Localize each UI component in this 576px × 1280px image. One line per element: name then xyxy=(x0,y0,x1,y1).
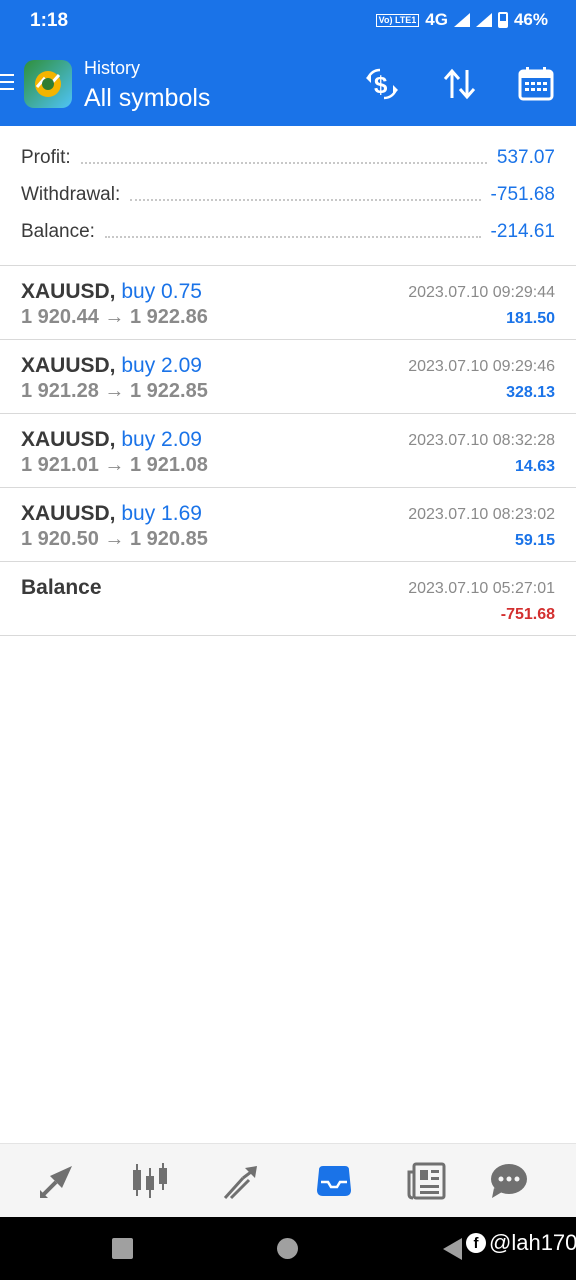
dotted-leader xyxy=(130,199,481,201)
page-title[interactable]: All symbols xyxy=(84,84,210,113)
calendar-icon[interactable] xyxy=(516,64,556,104)
messages-icon[interactable] xyxy=(488,1160,530,1202)
profit-label: Profit: xyxy=(21,147,71,168)
bottom-navigation xyxy=(0,1143,576,1217)
deal-row[interactable]: XAUUSD, buy 0.75 1 920.44 → 1 922.86 202… xyxy=(0,266,576,340)
history-icon[interactable] xyxy=(313,1160,355,1202)
deal-profit: 59.15 xyxy=(514,532,555,549)
battery-level: 46% xyxy=(513,10,548,29)
svg-text:$: $ xyxy=(374,72,388,99)
chart-icon[interactable] xyxy=(129,1160,171,1202)
deal-prices: 1 920.50 → 1 920.85 xyxy=(21,528,208,550)
balance-value: -214.61 xyxy=(490,221,555,242)
balance-row: Balance: -214.61 xyxy=(21,217,555,247)
back-button[interactable] xyxy=(443,1238,462,1260)
deal-prices: 1 921.28 → 1 922.85 xyxy=(21,380,208,402)
app-logo xyxy=(24,60,72,108)
volte-indicator: Vo) LTE1 xyxy=(375,13,420,27)
deal-title: XAUUSD, buy 2.09 xyxy=(21,354,202,378)
metatrader-logo-icon xyxy=(35,71,61,97)
deal-time: 2023.07.10 09:29:44 xyxy=(408,284,555,301)
deal-symbol: XAUUSD, xyxy=(21,280,116,303)
deal-title: XAUUSD, buy 1.69 xyxy=(21,502,202,526)
deal-direction: buy 2.09 xyxy=(121,428,202,451)
balance-label: Balance: xyxy=(21,221,95,242)
deal-direction: buy 2.09 xyxy=(121,354,202,377)
deal-profit: 328.13 xyxy=(506,384,555,401)
deal-profit: 14.63 xyxy=(514,458,555,475)
deal-title: XAUUSD, buy 0.75 xyxy=(21,280,202,304)
deal-row[interactable]: XAUUSD, buy 2.09 1 921.28 → 1 922.85 202… xyxy=(0,340,576,414)
network-type: 4G xyxy=(425,10,448,29)
deal-symbol: XAUUSD, xyxy=(21,502,116,525)
balance-entry-label: Balance xyxy=(21,576,102,599)
profit-row: Profit: 537.07 xyxy=(21,143,555,173)
balance-entry-time: 2023.07.10 05:27:01 xyxy=(408,580,555,597)
news-icon[interactable] xyxy=(406,1160,448,1202)
quotes-icon[interactable] xyxy=(36,1160,78,1202)
signal-icon xyxy=(453,13,470,27)
deal-row[interactable]: XAUUSD, buy 2.09 1 921.01 → 1 921.08 202… xyxy=(0,414,576,488)
withdrawal-value: -751.68 xyxy=(490,184,555,205)
withdrawal-label: Withdrawal: xyxy=(21,184,121,205)
status-bar: 1:18 Vo) LTE1 4G 46% xyxy=(0,0,576,42)
dotted-leader xyxy=(104,236,481,238)
deal-symbol: XAUUSD, xyxy=(21,428,116,451)
deal-prices: 1 920.44 → 1 922.86 xyxy=(21,306,208,328)
trade-icon[interactable] xyxy=(221,1160,263,1202)
home-button[interactable] xyxy=(277,1238,298,1259)
menu-icon[interactable] xyxy=(0,74,14,92)
deal-time: 2023.07.10 08:32:28 xyxy=(408,432,555,449)
profit-value: 537.07 xyxy=(496,147,555,168)
sort-icon[interactable] xyxy=(440,64,480,104)
balance-entry-amount: -751.68 xyxy=(500,606,555,623)
facebook-icon: f xyxy=(466,1233,486,1253)
system-navigation-bar: f @lah170 xyxy=(0,1217,576,1280)
deal-time: 2023.07.10 09:29:46 xyxy=(408,358,555,375)
status-indicators: Vo) LTE1 4G 46% xyxy=(375,10,548,30)
battery-icon xyxy=(497,12,508,28)
deal-time: 2023.07.10 08:23:02 xyxy=(408,506,555,523)
recents-button[interactable] xyxy=(112,1238,133,1259)
deal-row[interactable]: XAUUSD, buy 1.69 1 920.50 → 1 920.85 202… xyxy=(0,488,576,562)
deal-title: XAUUSD, buy 2.09 xyxy=(21,428,202,452)
watermark-text: @lah170 xyxy=(489,1230,576,1255)
deal-profit: 181.50 xyxy=(506,310,555,327)
status-time: 1:18 xyxy=(30,10,69,31)
watermark: f @lah170 xyxy=(466,1230,576,1256)
header-subtitle: History xyxy=(84,58,141,78)
app-bar: History All symbols $ xyxy=(0,42,576,126)
history-summary: Profit: 537.07 Withdrawal: -751.68 Balan… xyxy=(0,126,576,266)
deal-direction: buy 1.69 xyxy=(121,502,202,525)
signal-icon-2 xyxy=(475,13,492,27)
deal-prices: 1 921.01 → 1 921.08 xyxy=(21,454,208,476)
deal-direction: buy 0.75 xyxy=(121,280,202,303)
dotted-leader xyxy=(80,162,487,164)
balance-entry-row[interactable]: Balance 2023.07.10 05:27:01 -751.68 xyxy=(0,562,576,636)
dollar-refresh-icon[interactable]: $ xyxy=(362,64,402,104)
withdrawal-row: Withdrawal: -751.68 xyxy=(21,180,555,210)
deal-symbol: XAUUSD, xyxy=(21,354,116,377)
